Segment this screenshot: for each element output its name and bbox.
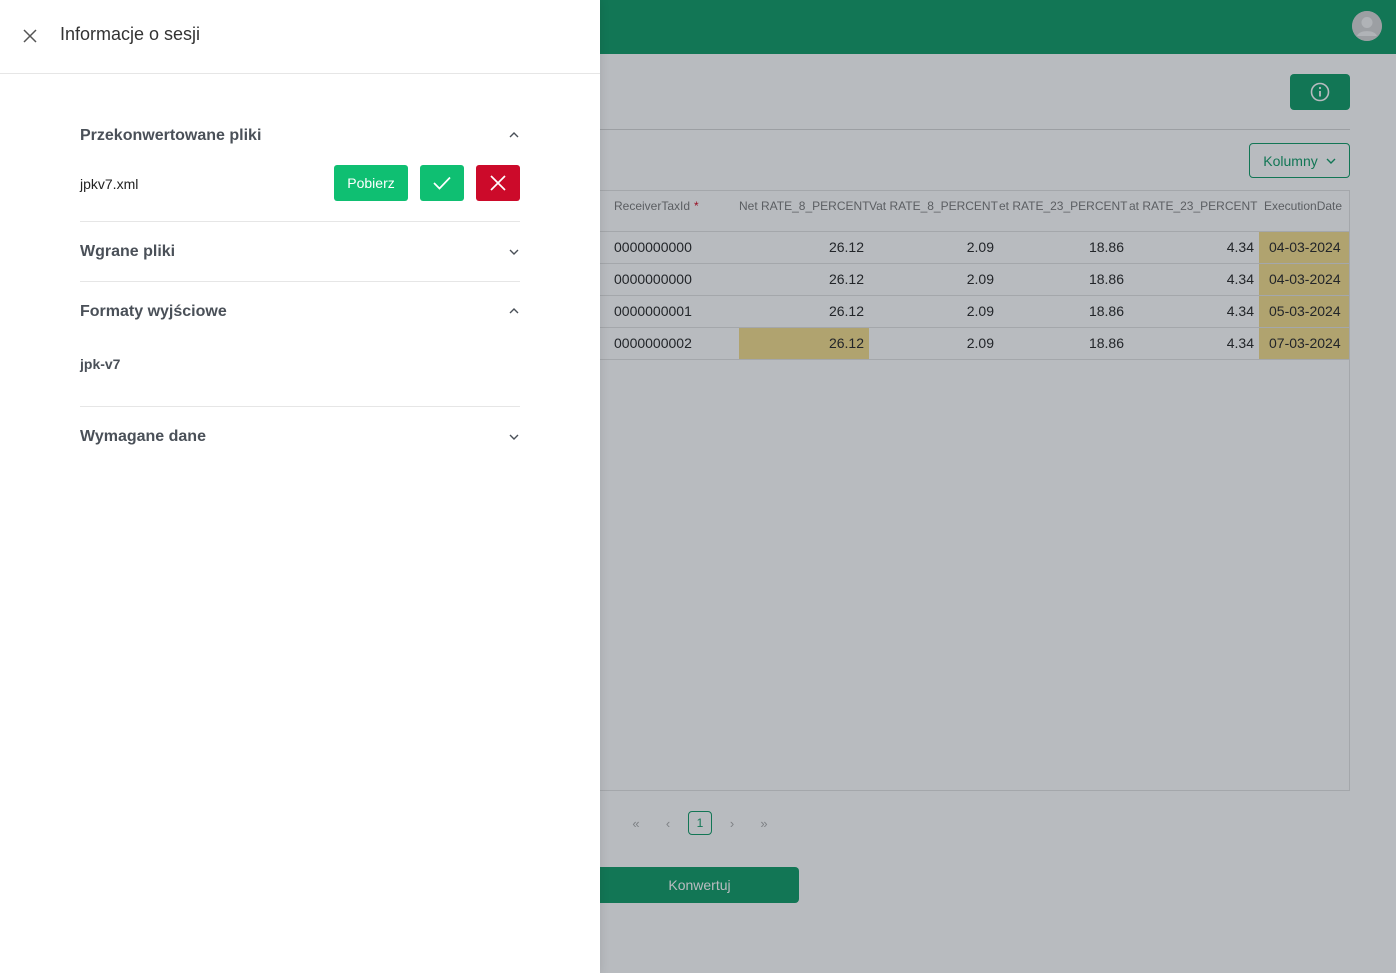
required-data-section-header[interactable]: Wymagane dane — [80, 426, 520, 448]
close-icon — [490, 175, 506, 191]
uploaded-files-section-header[interactable]: Wgrane pliki — [80, 241, 520, 263]
drawer-header: Informacje o sesji — [0, 0, 600, 74]
chevron-down-icon — [509, 434, 519, 440]
section-title: Wymagane dane — [80, 428, 206, 445]
section-divider — [80, 281, 520, 282]
section-title: Przekonwertowane pliki — [80, 127, 262, 144]
output-formats-section-header[interactable]: Formaty wyjściowe — [80, 301, 520, 323]
converted-file-name: jpkv7.xml — [80, 176, 139, 192]
chevron-up-icon — [509, 132, 519, 138]
chevron-up-icon — [509, 308, 519, 314]
session-info-drawer: Informacje o sesji Przekonwertowane plik… — [0, 0, 600, 973]
close-icon[interactable] — [19, 25, 41, 47]
section-divider — [80, 406, 520, 407]
converted-files-section-header[interactable]: Przekonwertowane pliki — [80, 125, 520, 147]
check-icon — [433, 176, 451, 190]
drawer-title: Informacje o sesji — [60, 24, 201, 44]
section-divider — [80, 221, 520, 222]
section-title: Formaty wyjściowe — [80, 303, 227, 320]
section-title: Wgrane pliki — [80, 243, 176, 260]
chevron-down-icon — [509, 249, 519, 255]
output-format-item: jpk-v7 — [80, 356, 121, 372]
accept-button[interactable] — [420, 165, 464, 201]
delete-button[interactable] — [476, 165, 520, 201]
download-button[interactable]: Pobierz — [334, 165, 408, 201]
